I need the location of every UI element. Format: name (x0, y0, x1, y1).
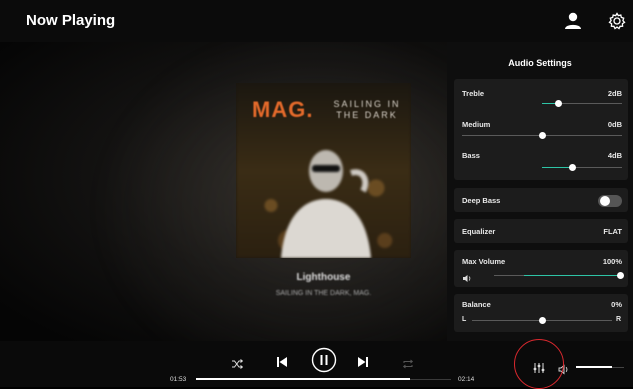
repeat-icon[interactable] (402, 356, 414, 374)
track-title: Lighthouse (296, 272, 351, 283)
equalizer-card[interactable]: Equalizer FLAT (454, 219, 628, 243)
equalizer-label: Equalizer (462, 227, 496, 236)
progress-fill (196, 378, 410, 380)
user-icon[interactable] (562, 11, 584, 31)
bass-value: 4dB (607, 151, 622, 160)
balance-value: 0% (611, 300, 622, 309)
max-volume-card: Max Volume 100% (454, 250, 628, 287)
shuffle-icon[interactable] (231, 356, 244, 374)
audio-settings-panel: Audio Settings Treble 2dB Medium 0dB Bas… (447, 42, 633, 341)
elapsed-time: 01:53 (170, 376, 187, 383)
max-volume-value: 100% (602, 257, 622, 266)
equalizer-value: FLAT (603, 227, 622, 236)
balance-card: Balance 0% L R (454, 294, 628, 332)
album-cover: MAG. SAILING IN THE DARK (236, 83, 411, 258)
page-title: Now Playing (26, 12, 116, 29)
deep-bass-card: Deep Bass (454, 188, 628, 212)
player-controls-bar: 01:53 02:14 (0, 341, 633, 387)
album-art-figure (271, 133, 381, 258)
total-duration: 02:14 (458, 376, 475, 383)
tone-controls-card: Treble 2dB Medium 0dB Bass 4dB (454, 79, 628, 180)
bass-label: Bass (462, 151, 480, 160)
medium-label: Medium (462, 120, 491, 129)
max-volume-fill (524, 275, 620, 276)
treble-label: Treble (462, 89, 485, 98)
treble-handle[interactable] (555, 100, 562, 107)
skip-next-icon[interactable] (357, 355, 369, 373)
album-art-title: MAG. (252, 97, 314, 122)
pause-button[interactable] (311, 347, 337, 378)
app-header: Now Playing (0, 0, 633, 42)
medium-handle[interactable] (539, 132, 546, 139)
max-volume-label: Max Volume (462, 257, 506, 266)
balance-left-label: L (462, 316, 467, 323)
deep-bass-label: Deep Bass (462, 196, 501, 205)
balance-label: Balance (462, 300, 491, 309)
treble-value: 2dB (607, 89, 622, 98)
max-volume-handle[interactable] (617, 272, 624, 279)
gear-icon[interactable] (607, 11, 627, 31)
skip-previous-icon[interactable] (276, 355, 288, 373)
bass-handle[interactable] (569, 164, 576, 171)
balance-right-label: R (615, 316, 621, 323)
medium-value: 0dB (607, 120, 622, 129)
deep-bass-toggle[interactable] (598, 195, 622, 207)
deep-bass-toggle-knob (600, 196, 610, 206)
volume-icon[interactable] (558, 362, 570, 380)
equalizer-icon[interactable] (533, 361, 545, 379)
album-art-subtitle-line2: THE DARK (336, 110, 398, 120)
speaker-icon (462, 270, 472, 288)
balance-handle[interactable] (539, 317, 546, 324)
volume-fill (576, 366, 612, 368)
album-art-subtitle: SAILING IN THE DARK (332, 99, 402, 121)
bass-fill (542, 167, 572, 168)
panel-title: Audio Settings (508, 58, 572, 68)
album-art-subtitle-line1: SAILING IN (333, 99, 401, 109)
track-artist: SAILING IN THE DARK, MAG. (275, 290, 372, 297)
